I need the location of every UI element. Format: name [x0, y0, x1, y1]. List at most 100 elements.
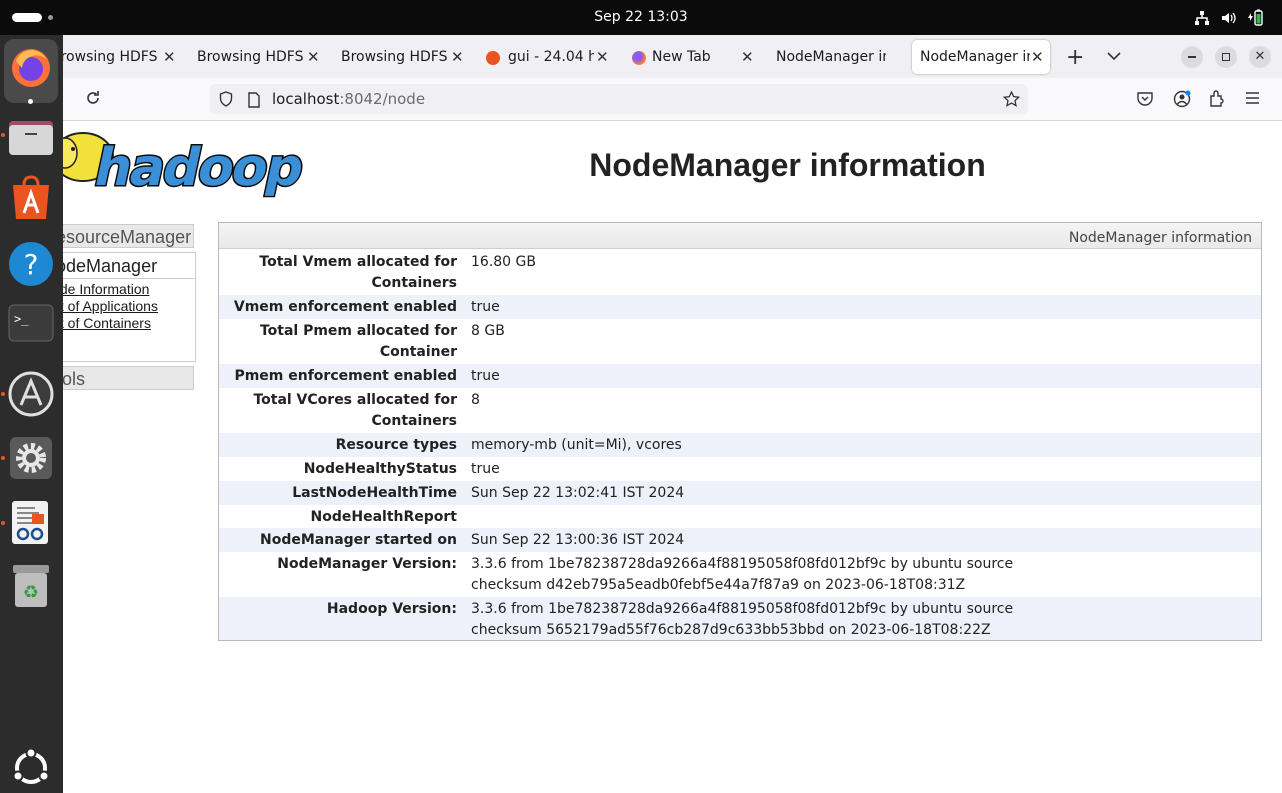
tab-nodemanager-1[interactable]: NodeManager in — [768, 40, 904, 74]
tab-new-tab[interactable]: New Tab ✕ — [624, 40, 760, 74]
row-value: Sun Sep 22 13:02:41 IST 2024 — [471, 485, 685, 501]
close-icon[interactable]: ✕ — [1031, 40, 1044, 74]
tab-browsing-hdfs-3[interactable]: Browsing HDFS ✕ — [334, 40, 470, 74]
extensions-icon[interactable] — [1209, 90, 1225, 107]
close-icon[interactable]: ✕ — [307, 40, 320, 74]
hamburger-menu-icon[interactable] — [1245, 92, 1260, 104]
running-indicator — [28, 99, 33, 104]
table-caption: NodeManager information — [219, 223, 1261, 249]
tab-title: Browsing HDFS — [341, 49, 448, 65]
row-value: 3.3.6 from 1be78238728da9266a4f88195058f… — [471, 556, 1014, 593]
table-row: NodeManager Version: 3.3.6 from 1be78238… — [219, 552, 1261, 597]
table-row: NodeHealthyStatus true — [219, 457, 1261, 481]
shield-icon[interactable] — [219, 91, 233, 107]
clock[interactable]: Sep 22 13:03 — [0, 0, 1282, 35]
row-key: LastNodeHealthTime — [292, 485, 457, 501]
network-icon — [1195, 11, 1209, 25]
close-icon[interactable]: ✕ — [451, 40, 464, 74]
volume-icon — [1222, 12, 1236, 24]
firefox-icon — [632, 51, 646, 65]
table-row: Total Vmem allocated for Containers 16.8… — [219, 250, 1261, 295]
app-center-icon — [13, 175, 49, 219]
table-row: NodeHealthReport — [219, 505, 1261, 528]
table-row: Hadoop Version: 3.3.6 from 1be78238728da… — [219, 597, 1261, 640]
row-key: NodeManager Version: — [277, 556, 457, 572]
row-key: Pmem enforcement enabled — [234, 368, 457, 384]
hadoop-logo: hadoop — [52, 132, 310, 198]
url-text[interactable]: localhost:8042/node — [272, 84, 425, 114]
dock-trash[interactable]: ♻ — [8, 563, 54, 609]
row-value: 8 GB — [471, 323, 505, 339]
minimize-button[interactable] — [1181, 46, 1203, 68]
row-value: true — [471, 461, 500, 477]
new-tab-plus-icon[interactable]: + — [1066, 44, 1084, 72]
running-indicator — [1, 521, 5, 525]
table-row: Total Pmem allocated for Container 8 GB — [219, 319, 1261, 364]
bookmark-star-icon[interactable] — [1003, 91, 1020, 107]
browser-nav-bar: localhost:8042/node — [0, 78, 1282, 121]
browser-tab-bar: Browsing HDFS ✕ Browsing HDFS ✕ Browsing… — [0, 35, 1282, 78]
row-key: Total Vmem allocated for Containers — [259, 254, 457, 291]
row-value: 16.80 GB — [471, 254, 536, 270]
row-key: Vmem enforcement enabled — [233, 299, 457, 315]
window-close-button[interactable]: ✕ — [1249, 46, 1271, 68]
row-value: Sun Sep 22 13:00:36 IST 2024 — [471, 532, 685, 548]
url-host: localhost — [272, 90, 340, 108]
svg-text:♻: ♻ — [23, 582, 39, 603]
row-key: NodeHealthyStatus — [303, 461, 457, 477]
dock-app-center[interactable] — [8, 175, 54, 221]
system-top-bar: Sep 22 13:03 — [0, 0, 1282, 35]
tab-title: Browsing HDFS — [197, 49, 304, 65]
row-value: true — [471, 368, 500, 384]
tab-askubuntu[interactable]: gui - 24.04 ha ✕ — [478, 40, 614, 74]
url-bar[interactable]: localhost:8042/node — [210, 84, 1028, 114]
row-key: Total Pmem allocated for Container — [259, 323, 457, 360]
tab-browsing-hdfs-1[interactable]: Browsing HDFS ✕ — [46, 40, 182, 74]
page-title: NodeManager information — [589, 147, 986, 183]
row-value: true — [471, 299, 500, 315]
close-icon[interactable]: ✕ — [741, 40, 754, 74]
close-icon[interactable]: ✕ — [163, 40, 176, 74]
table-row: Pmem enforcement enabled true — [219, 364, 1261, 388]
page-info-icon[interactable] — [247, 92, 261, 108]
restore-icon — [1222, 53, 1230, 61]
close-icon[interactable]: ✕ — [596, 40, 609, 74]
text-editor-icon — [12, 501, 48, 544]
dock-terminal[interactable]: >_ — [8, 303, 54, 349]
tab-nodemanager-active[interactable]: NodeManager in ✕ — [912, 40, 1050, 74]
dock-text-editor[interactable] — [8, 500, 54, 546]
dock-software-updater[interactable] — [8, 371, 54, 417]
nav-header-label: ResourceManager — [43, 227, 192, 247]
table-row: Resource types memory-mb (unit=Mi), vcor… — [219, 433, 1261, 457]
running-indicator — [1, 392, 5, 396]
row-value: memory-mb (unit=Mi), vcores — [471, 437, 682, 453]
dock-settings[interactable] — [8, 435, 54, 481]
svg-text:?: ? — [24, 248, 39, 281]
reload-icon[interactable] — [85, 90, 101, 106]
trash-icon: ♻ — [13, 565, 49, 607]
help-icon: ? — [9, 242, 53, 286]
tab-title: gui - 24.04 ha — [508, 49, 594, 65]
dock-show-apps[interactable] — [8, 743, 54, 789]
show-apps-icon — [12, 747, 50, 784]
table-row: NodeManager started on Sun Sep 22 13:00:… — [219, 528, 1261, 552]
svg-text:>_: >_ — [14, 312, 29, 326]
nodemanager-info-table: NodeManager information Total Vmem alloc… — [218, 222, 1262, 641]
row-key: Resource types — [335, 437, 457, 453]
account-icon[interactable] — [1173, 90, 1191, 108]
url-path: :8042/node — [339, 90, 426, 108]
dock-files[interactable] — [8, 113, 54, 159]
askubuntu-icon — [486, 51, 500, 65]
pocket-icon[interactable] — [1137, 91, 1153, 106]
tab-title: Browsing HDFS — [51, 49, 158, 65]
svg-text:hadoop: hadoop — [89, 138, 308, 198]
minimize-icon — [1188, 56, 1196, 58]
dock-help[interactable]: ? — [8, 241, 54, 287]
tab-browsing-hdfs-2[interactable]: Browsing HDFS ✕ — [190, 40, 326, 74]
table-row: LastNodeHealthTime Sun Sep 22 13:02:41 I… — [219, 481, 1261, 505]
restore-button[interactable] — [1215, 46, 1237, 68]
tab-list-chevron-down-icon[interactable] — [1107, 51, 1121, 61]
tab-title: NodeManager in — [920, 49, 1030, 65]
dock-firefox[interactable] — [4, 39, 58, 104]
system-tray[interactable] — [1194, 9, 1264, 27]
